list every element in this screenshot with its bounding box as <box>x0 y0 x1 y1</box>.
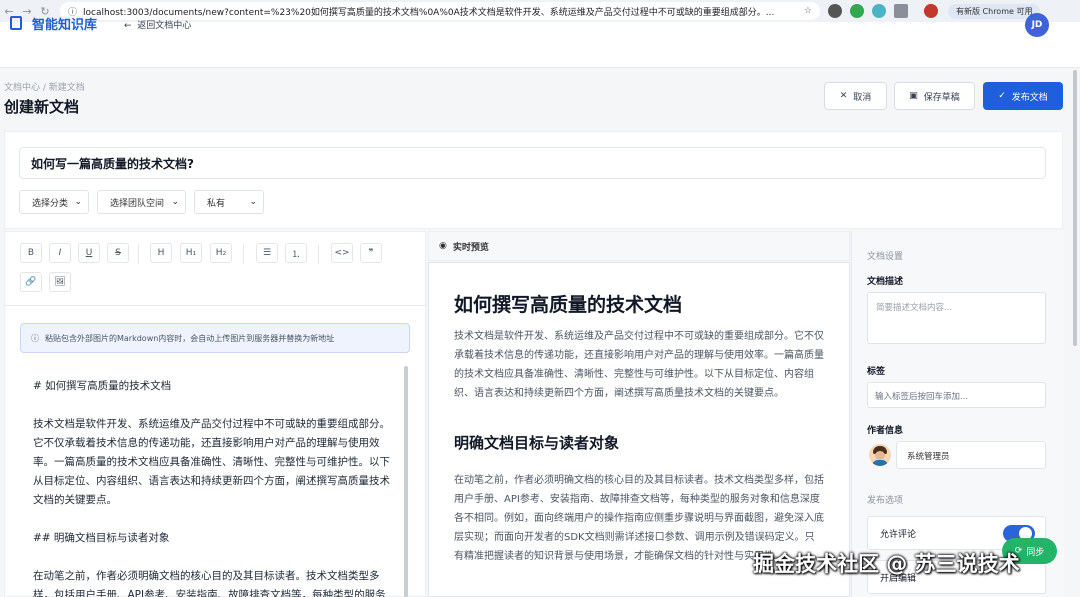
chevron-down-icon: ⌄ <box>171 197 179 207</box>
toolbar-divider <box>243 244 244 264</box>
publish-options-title: 发布选项 <box>867 496 904 506</box>
save-draft-button[interactable]: ▣ 保存草稿 <box>894 82 975 110</box>
bold-button[interactable]: B <box>20 243 42 263</box>
category-select[interactable]: 选择分类 ⌄ <box>19 190 89 214</box>
paste-notice: ⓘ 粘贴包含外部图片的Markdown内容时，会自动上传图片到服务器并替换为新地址 <box>20 323 410 353</box>
preview-header: ◉ 实时预览 <box>428 231 850 261</box>
extension-icon[interactable] <box>828 4 842 18</box>
toolbar-divider <box>138 244 139 264</box>
sync-label: 同步 <box>1026 547 1045 558</box>
description-label: 文档描述 <box>867 277 904 287</box>
team-value: 选择团队空间 <box>110 198 165 209</box>
editor-line-h1[interactable]: # 如何撰写高质量的技术文档 <box>33 377 393 396</box>
cancel-label: 取消 <box>853 92 872 103</box>
editor-line-h2[interactable]: ## 明确文档目标与读者对象 <box>33 529 393 548</box>
notice-text: 粘贴包含外部图片的Markdown内容时，会自动上传图片到服务器并替换为新地址 <box>45 333 335 343</box>
eye-icon: ◉ <box>439 241 447 251</box>
visibility-value: 私有 <box>207 198 226 209</box>
ordered-list-button[interactable]: ⒈ <box>285 243 307 263</box>
user-avatar[interactable]: JD <box>1025 13 1049 37</box>
preview-h1: 如何撰写高质量的技术文档 <box>454 294 683 316</box>
save-icon: ▣ <box>909 91 918 101</box>
preview-paragraph: 技术文档是软件开发、系统运维及产品交付过程中不可或缺的重要组成部分。它不仅承载着… <box>454 331 824 399</box>
code-button[interactable]: <> <box>331 243 353 263</box>
check-circle-icon: ✓ <box>998 91 1006 101</box>
bullet-list-button[interactable]: ☰ <box>256 243 278 263</box>
quote-button[interactable]: ❞ <box>360 243 382 263</box>
editor-paragraph[interactable]: 技术文档是软件开发、系统运维及产品交付过程中不可或缺的重要组成部分。它不仅承载着… <box>33 415 393 510</box>
close-icon: ✕ <box>839 91 848 101</box>
back-to-documents-link[interactable]: ← 返回文档中心 <box>124 18 191 31</box>
author-avatar <box>869 444 891 466</box>
category-value: 选择分类 <box>32 198 69 209</box>
document-meta-panel <box>4 131 1063 229</box>
book-icon <box>10 16 22 30</box>
bookmark-star-icon[interactable]: ☆ <box>804 6 812 16</box>
publish-button[interactable]: ✓ 发布文档 <box>983 82 1063 110</box>
editor-paragraph[interactable]: 在动笔之前，作者必须明确文档的核心目的及其目标读者。技术文档类型多样，包括用户手… <box>33 567 393 597</box>
page-title: 创建新文档 <box>4 98 80 116</box>
toolbar-divider <box>318 244 319 264</box>
extension-green-icon[interactable] <box>850 4 864 18</box>
chevron-down-icon: ⌄ <box>249 197 257 207</box>
settings-section-title: 文档设置 <box>867 252 904 262</box>
info-icon: ⓘ <box>31 333 39 343</box>
image-button[interactable]: 🖼 <box>49 272 71 292</box>
underline-button[interactable]: U <box>78 243 100 263</box>
preview-header-label: 实时预览 <box>452 242 489 253</box>
heading2-button[interactable]: H₂ <box>210 243 232 263</box>
heading-button[interactable]: H <box>150 243 172 263</box>
visibility-select[interactable]: 私有 ⌄ <box>194 190 264 214</box>
breadcrumb: 文档中心 / 新建文档 <box>4 83 85 93</box>
save-label: 保存草稿 <box>923 92 960 103</box>
app-name[interactable]: 智能知识库 <box>32 14 97 33</box>
document-title-input[interactable]: 如何写一篇高质量的技术文档? <box>19 147 1046 179</box>
back-link-label: 返回文档中心 <box>137 21 192 31</box>
page-scrollbar[interactable] <box>1073 70 1077 346</box>
watermark: 掘金技术社区 @ 苏三说技术 <box>753 552 1020 576</box>
publish-label: 发布文档 <box>1011 92 1048 103</box>
team-space-select[interactable]: 选择团队空间 ⌄ <box>97 190 186 214</box>
heading1-button[interactable]: H₁ <box>180 243 202 263</box>
strikethrough-button[interactable]: S <box>107 243 129 263</box>
chevron-down-icon: ⌄ <box>74 197 82 207</box>
profile-icon[interactable] <box>924 4 938 18</box>
allow-comments-label: 允许评论 <box>880 530 917 540</box>
preview-paragraph: 在动笔之前，作者必须明确文档的核心目的及其目标读者。技术文档类型多样，包括用户手… <box>454 475 824 562</box>
author-name: 系统管理员 <box>896 441 1046 469</box>
puzzle-icon[interactable] <box>894 4 908 18</box>
author-label: 作者信息 <box>867 426 904 436</box>
editor-scrollbar[interactable] <box>404 366 408 597</box>
extension-teal-icon[interactable] <box>872 4 886 18</box>
preview-h2: 明确文档目标与读者对象 <box>454 434 620 452</box>
arrow-left-icon: ← <box>124 21 138 31</box>
tags-input[interactable]: 输入标签后按回车添加... <box>867 382 1046 408</box>
description-textarea[interactable]: 简要描述文档内容... <box>867 292 1046 344</box>
cancel-button[interactable]: ✕ 取消 <box>824 82 887 110</box>
chrome-update-button[interactable]: 有新版 Chrome 可用 <box>948 3 1041 19</box>
link-button[interactable]: 🔗 <box>20 272 42 292</box>
url-text[interactable]: localhost:3003/documents/new?content=%23… <box>83 5 798 18</box>
tags-label: 标签 <box>867 367 886 377</box>
italic-button[interactable]: I <box>49 243 71 263</box>
toolbar-divider <box>4 305 426 306</box>
